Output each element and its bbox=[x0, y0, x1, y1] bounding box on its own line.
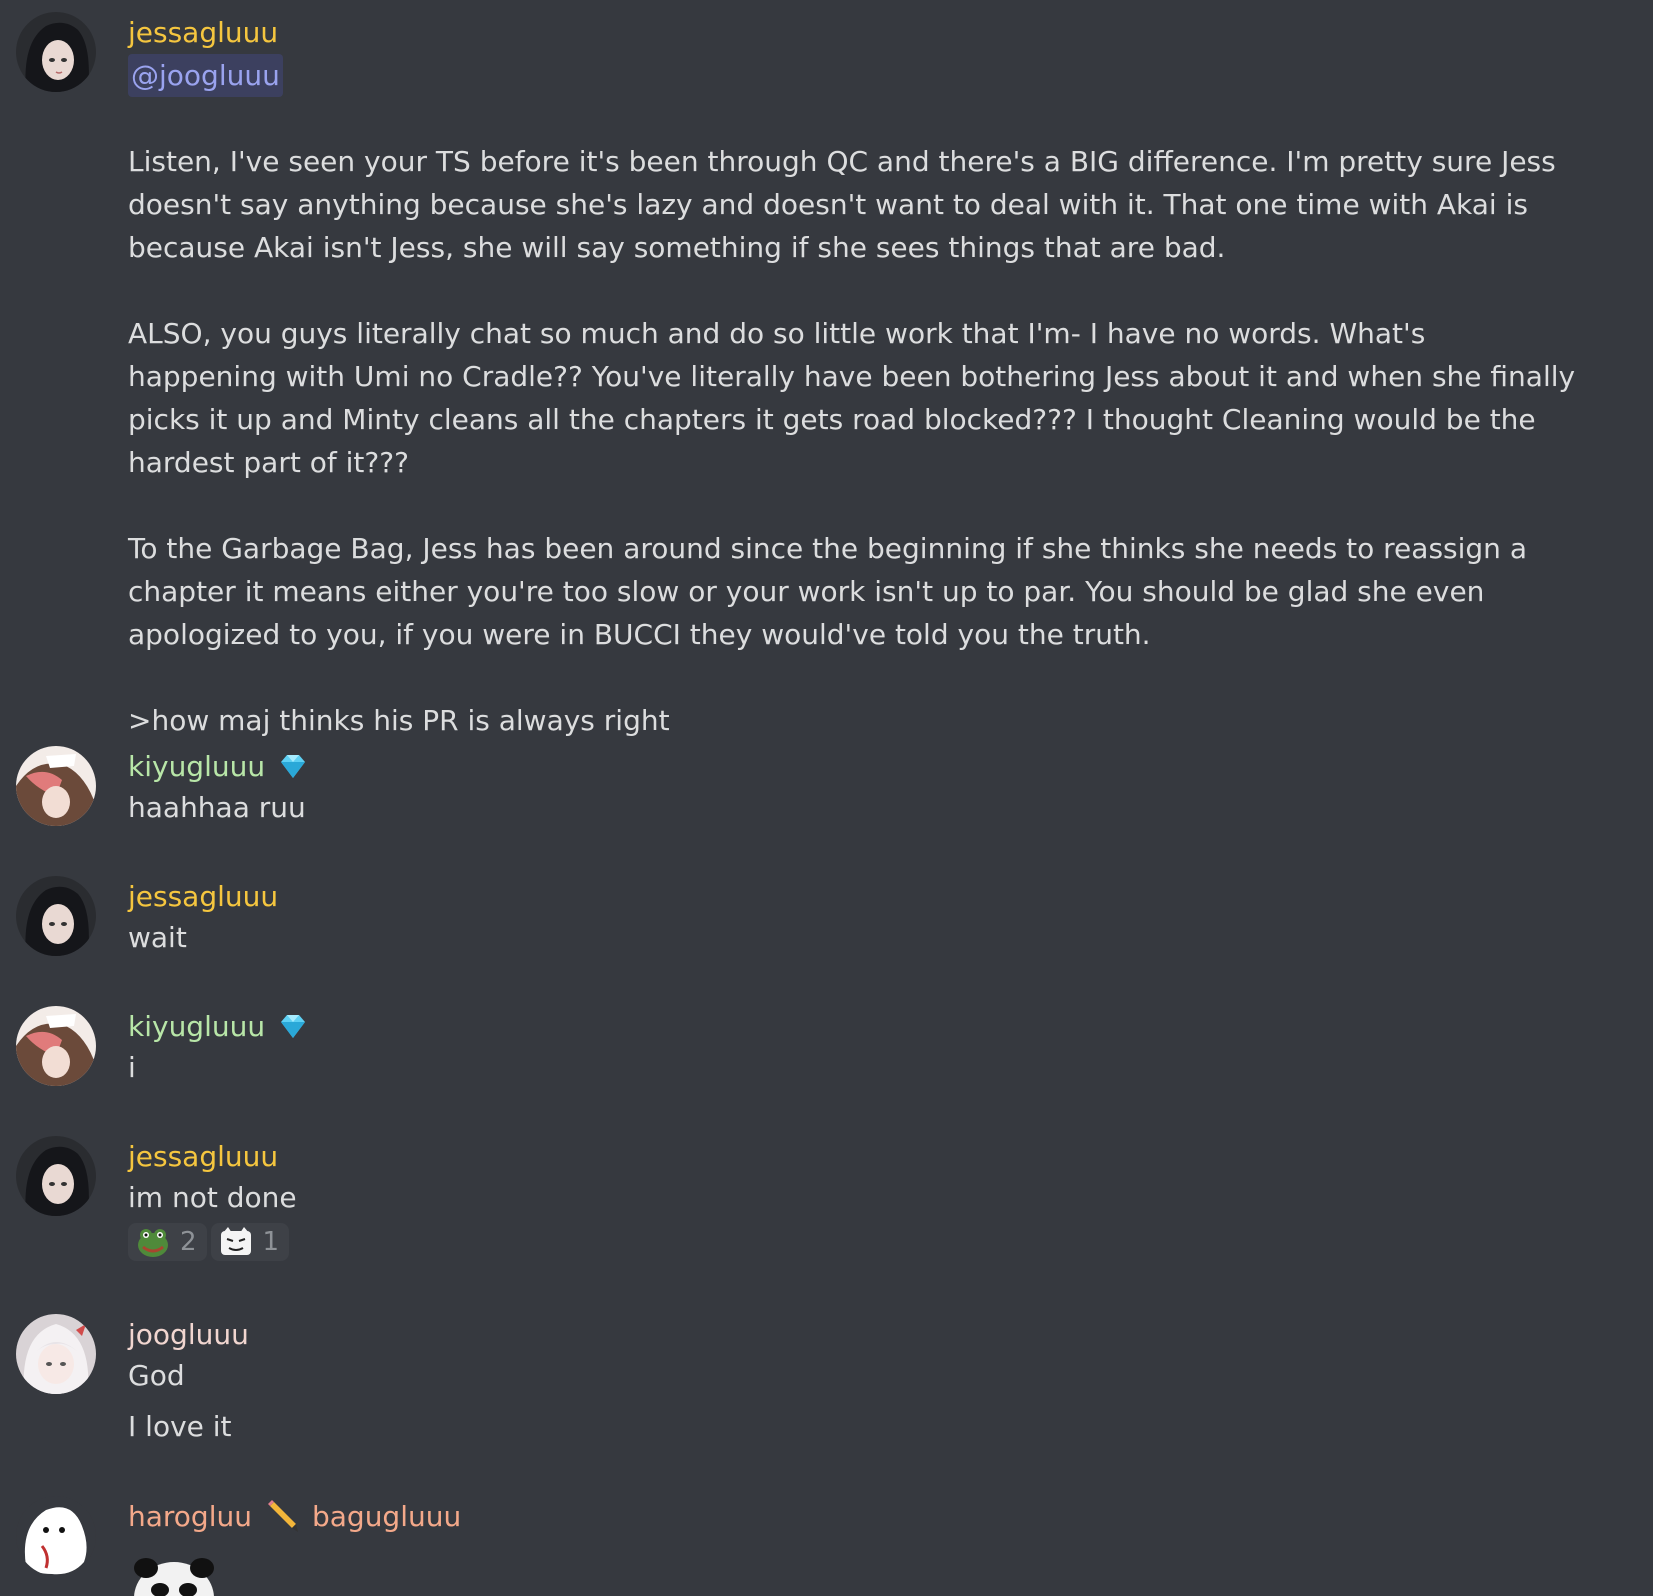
diamond-icon bbox=[277, 1010, 309, 1042]
avatar[interactable] bbox=[16, 1006, 96, 1086]
username[interactable]: kiyugluuu bbox=[128, 1010, 265, 1043]
message-text: wait bbox=[128, 921, 187, 954]
reaction-count: 2 bbox=[180, 1227, 197, 1257]
message-text: God bbox=[128, 1359, 185, 1392]
username-secondary[interactable]: bagugluuu bbox=[312, 1500, 461, 1533]
username[interactable]: joogluuu bbox=[128, 1318, 249, 1351]
avatar[interactable] bbox=[16, 876, 96, 956]
username[interactable]: harogluu bbox=[128, 1500, 252, 1533]
avatar[interactable] bbox=[16, 1314, 96, 1394]
avatar[interactable] bbox=[16, 12, 96, 92]
username[interactable]: jessagluuu bbox=[128, 1140, 278, 1173]
panda-sticker[interactable] bbox=[128, 1538, 220, 1596]
reactions: 2 1 bbox=[128, 1223, 1578, 1261]
reaction-count: 1 bbox=[262, 1227, 280, 1257]
message-text: Listen, I've seen your TS before it's be… bbox=[128, 145, 1556, 264]
frog-emoji-icon bbox=[138, 1229, 168, 1257]
username[interactable]: jessagluuu bbox=[128, 880, 278, 913]
username[interactable]: jessagluuu bbox=[128, 16, 278, 49]
message-text: haahhaa ruu bbox=[128, 791, 306, 824]
message-text: I love it bbox=[128, 1410, 232, 1443]
message-text: im not done bbox=[128, 1181, 297, 1214]
message-text: ALSO, you guys literally chat so much an… bbox=[128, 317, 1576, 479]
diamond-icon bbox=[277, 750, 309, 782]
username[interactable]: kiyugluuu bbox=[128, 750, 265, 783]
user-mention[interactable]: @joogluuu bbox=[128, 54, 283, 97]
message-text: i bbox=[128, 1051, 136, 1084]
message-text: To the Garbage Bag, Jess has been around… bbox=[128, 532, 1527, 651]
reaction-frog[interactable]: 2 bbox=[128, 1223, 207, 1261]
reaction-cat-face[interactable]: 1 bbox=[210, 1223, 290, 1261]
avatar[interactable] bbox=[16, 746, 96, 826]
avatar[interactable] bbox=[16, 1496, 96, 1576]
pencil-icon bbox=[264, 1498, 300, 1534]
chat-messages: jessagluuu @joogluuu Listen, I've seen y… bbox=[0, 0, 1653, 1596]
message-text: >how maj thinks his PR is always right bbox=[128, 704, 670, 737]
avatar[interactable] bbox=[16, 1136, 96, 1216]
cat-face-emoji-icon bbox=[220, 1227, 251, 1255]
